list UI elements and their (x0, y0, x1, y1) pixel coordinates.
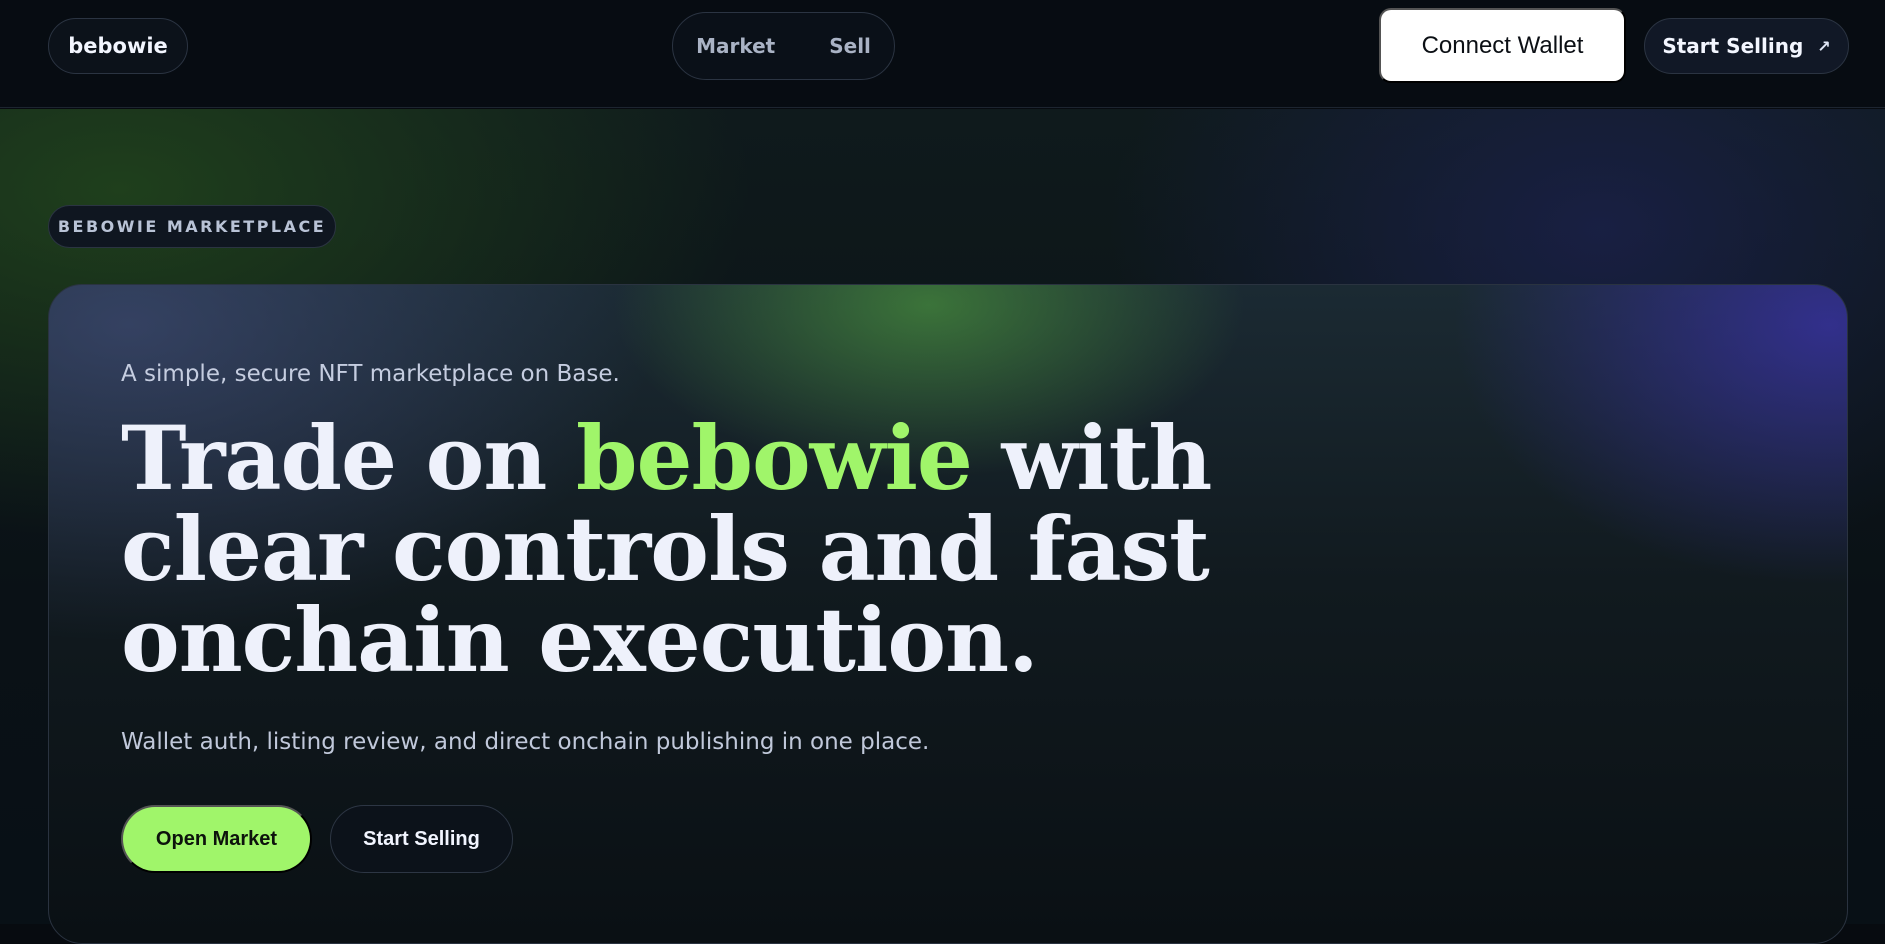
main-nav: Market Sell (672, 12, 895, 80)
headline-text-start: Trade on (121, 406, 576, 510)
connect-wallet-button[interactable]: Connect Wallet (1379, 8, 1626, 83)
open-market-button[interactable]: Open Market (121, 805, 312, 873)
marketplace-eyebrow-badge: BEBOWIE MARKETPLACE (48, 205, 336, 248)
headline-accent-brand: bebowie (575, 406, 973, 510)
hero-tagline: A simple, secure NFT marketplace on Base… (121, 361, 620, 387)
hero-card: A simple, secure NFT marketplace on Base… (48, 284, 1848, 944)
start-selling-header-button[interactable]: Start Selling ↗ (1644, 18, 1849, 74)
nav-item-sell[interactable]: Sell (829, 34, 871, 58)
start-selling-hero-button[interactable]: Start Selling (330, 805, 513, 873)
start-selling-header-label: Start Selling (1662, 34, 1804, 58)
arrow-up-right-icon: ↗ (1817, 36, 1831, 56)
top-navigation-bar: bebowie Market Sell Connect Wallet Start… (0, 0, 1885, 108)
nav-item-market[interactable]: Market (696, 34, 775, 58)
hero-subline: Wallet auth, listing review, and direct … (121, 729, 930, 755)
brand-logo-link[interactable]: bebowie (48, 18, 188, 74)
hero-headline: Trade on bebowie with clear controls and… (121, 413, 1421, 686)
